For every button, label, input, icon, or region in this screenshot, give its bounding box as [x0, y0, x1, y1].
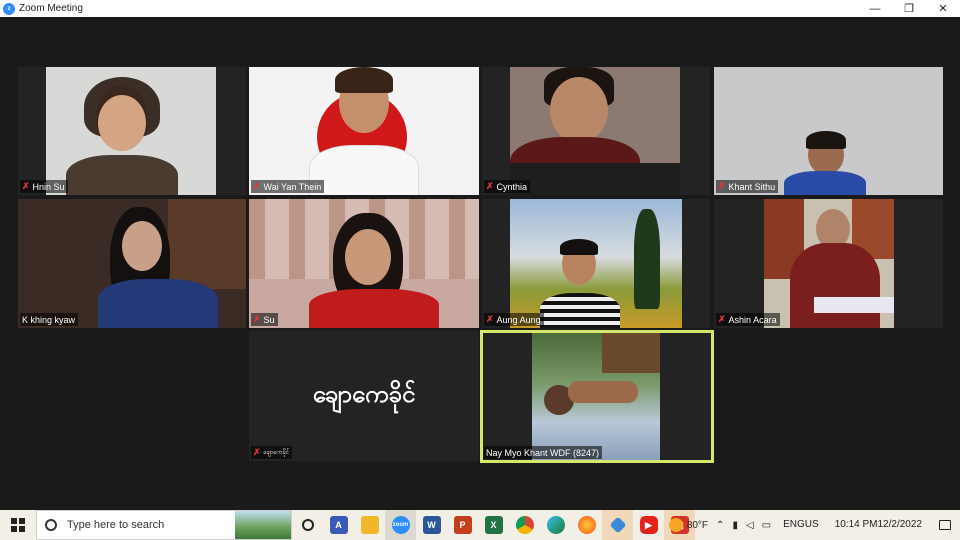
youtube-icon[interactable]: ▶	[633, 510, 664, 540]
windows-taskbar: Type here to search A zoom W P X ▶ ▣ 80°…	[0, 510, 960, 540]
volume-icon[interactable]: ◁	[742, 520, 758, 531]
chrome-icon[interactable]	[509, 510, 540, 540]
participant-name: K khing kyaw	[22, 314, 76, 325]
participant-name-tag: K khing kyaw	[20, 313, 79, 326]
azure-icon[interactable]: A	[323, 510, 354, 540]
taskbar-search-box[interactable]: Type here to search	[36, 510, 292, 540]
participant-name-tag: ✗ Ashin Acara	[716, 313, 780, 326]
search-highlight-image	[235, 511, 291, 539]
weather-temperature: 80°F	[686, 519, 709, 531]
close-button[interactable]: ✕	[926, 0, 960, 17]
minimize-button[interactable]: —	[858, 0, 892, 17]
participant-name: Wai Yan Thein	[263, 181, 322, 192]
notifications-icon[interactable]	[930, 520, 960, 530]
participant-name-tag: ✗ Khant Sithu	[716, 180, 779, 193]
participant-video	[249, 199, 479, 328]
firefox-icon[interactable]	[571, 510, 602, 540]
participant-display-name: ချောကေခိုင်	[312, 381, 416, 408]
muted-mic-icon: ✗	[253, 447, 261, 457]
participant-video	[18, 199, 246, 328]
participant-name: Khant Sithu	[728, 181, 776, 192]
window-controls: — ❐ ✕	[858, 0, 960, 17]
participant-tile-active-speaker[interactable]: Nay Myo Khant WDF (8247)	[480, 330, 714, 463]
gallery-view: ✗ Hnin Su ✗ Wai Yan Thein ✗ Cynthia ✗ Khant …	[0, 17, 960, 510]
participant-tile[interactable]: ✗ Khant Sithu	[714, 67, 943, 195]
start-button[interactable]	[0, 510, 36, 540]
maximize-button[interactable]: ❐	[892, 0, 926, 17]
cortana-icon[interactable]	[292, 510, 323, 540]
language-indicator[interactable]: ENG US	[775, 519, 827, 531]
participant-name: Nay Myo Khant WDF (8247)	[486, 447, 600, 458]
muted-mic-icon: ✗	[718, 314, 726, 324]
participant-name: ချောကေခိုင်	[263, 450, 290, 456]
pin-app-icon[interactable]	[602, 510, 633, 540]
participant-tile[interactable]: ✗ Hnin Su	[18, 67, 246, 195]
participant-video	[510, 67, 680, 195]
participant-tile[interactable]: ချောကေခိုင် ✗ ချောကေခိုင်	[249, 331, 479, 461]
participant-tile[interactable]: ✗ Wai Yan Thein	[249, 67, 479, 195]
participant-tile[interactable]: ✗ Aung Aung	[482, 199, 710, 328]
search-icon	[45, 519, 57, 531]
battery-icon[interactable]: ▭	[758, 520, 775, 531]
participant-tile[interactable]: ✗ Ashin Acara	[714, 199, 943, 328]
participant-video	[764, 199, 894, 328]
powerpoint-icon[interactable]: P	[447, 510, 478, 540]
language-code: ENG	[783, 519, 805, 530]
windows-logo-icon	[11, 518, 25, 532]
participant-name-tag: ✗ ချောကေခိုင်	[251, 446, 293, 459]
clock-time: 10:14 PM	[834, 519, 878, 530]
window-title: Zoom Meeting	[19, 3, 83, 14]
word-icon[interactable]: W	[416, 510, 447, 540]
participant-video	[714, 67, 943, 195]
muted-mic-icon: ✗	[486, 181, 494, 191]
weather-widget[interactable]: 80°F	[665, 518, 712, 532]
window-title-bar: z Zoom Meeting — ❐ ✕	[0, 0, 960, 17]
muted-mic-icon: ✗	[22, 181, 30, 191]
participant-tile[interactable]: ✗ Cynthia	[482, 67, 710, 195]
zoom-icon[interactable]: zoom	[385, 510, 416, 540]
participant-video	[249, 67, 479, 195]
participant-name: Ashin Acara	[728, 314, 777, 325]
file-explorer-icon[interactable]	[354, 510, 385, 540]
chevron-up-icon[interactable]: ⌃	[712, 520, 728, 531]
system-tray: 80°F ⌃ ▮ ◁ ▭ ENG US 10:14 PM 12/2/2022	[665, 510, 960, 540]
muted-mic-icon: ✗	[253, 314, 261, 324]
participant-name-tag: Nay Myo Khant WDF (8247)	[484, 446, 603, 459]
participant-name-tag: ✗ Hnin Su	[20, 180, 68, 193]
microphone-icon[interactable]: ▮	[728, 520, 742, 531]
participant-name: Hnin Su	[32, 181, 65, 192]
muted-mic-icon: ✗	[718, 181, 726, 191]
clock-date: 12/2/2022	[877, 519, 923, 530]
participant-video	[532, 333, 660, 460]
participant-video	[510, 199, 682, 328]
participant-tile[interactable]: ✗ Su	[249, 199, 479, 328]
edge-icon[interactable]	[540, 510, 571, 540]
search-placeholder: Type here to search	[67, 519, 165, 531]
participant-name-tag: ✗ Cynthia	[484, 180, 531, 193]
muted-mic-icon: ✗	[486, 314, 494, 324]
language-region: US	[804, 519, 819, 530]
participant-name-tag: ✗ Wai Yan Thein	[251, 180, 325, 193]
participant-name-tag: ✗ Aung Aung	[484, 313, 544, 326]
zoom-logo-icon: z	[3, 2, 15, 15]
participant-name: Aung Aung	[496, 314, 541, 325]
excel-icon[interactable]: X	[478, 510, 509, 540]
participant-name: Cynthia	[496, 181, 528, 192]
participant-name-tag: ✗ Su	[251, 313, 278, 326]
participant-tile[interactable]: K khing kyaw	[18, 199, 246, 328]
weather-sun-icon	[668, 518, 683, 532]
clock[interactable]: 10:14 PM 12/2/2022	[827, 519, 930, 531]
participant-video	[46, 67, 216, 195]
muted-mic-icon: ✗	[253, 181, 261, 191]
participant-name: Su	[263, 314, 275, 325]
